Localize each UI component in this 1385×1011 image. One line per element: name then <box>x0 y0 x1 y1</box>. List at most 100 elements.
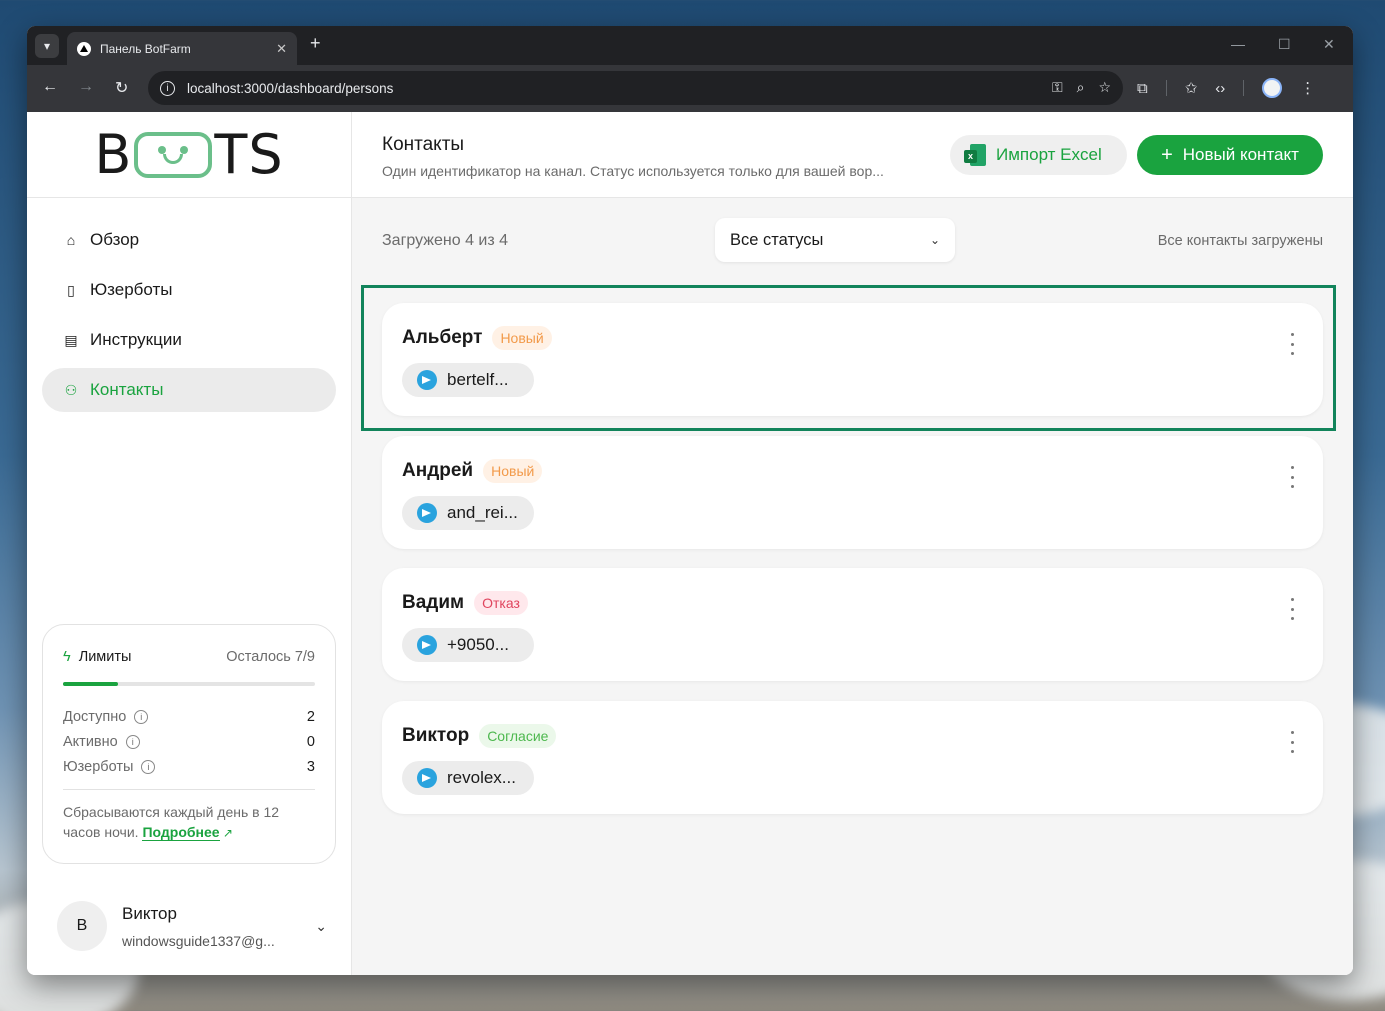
sidebar-item-label: Контакты <box>90 380 164 399</box>
new-contact-label: Новый контакт <box>1182 145 1299 164</box>
sidebar-item-overview[interactable]: ⌂ Обзор <box>42 218 336 262</box>
user-menu[interactable]: В Виктор windowsguide1337@g... ⌄ <box>57 899 327 953</box>
logo-letter-right: TS <box>214 123 284 186</box>
contact-card[interactable]: Альберт Новый bertelf... <box>382 303 1323 416</box>
sidebar-item-label: Инструкции <box>90 330 182 349</box>
close-window-button[interactable]: ✕ <box>1323 36 1335 53</box>
limits-row-value: 3 <box>306 758 315 775</box>
sidebar-item-label: Обзор <box>90 230 140 249</box>
page-header: Контакты Один идентификатор на канал. Ст… <box>352 112 1353 198</box>
limits-progress-fill <box>63 682 119 686</box>
info-icon[interactable]: i <box>134 709 149 724</box>
logo-letter-left: B <box>94 123 133 186</box>
phone-icon: ▯ <box>67 281 75 298</box>
sidebar-item-instructions[interactable]: ▤ Инструкции <box>42 318 336 362</box>
user-name: Виктор <box>122 903 177 923</box>
toolbar-divider <box>1165 80 1167 96</box>
status-filter-select[interactable]: Все статусы ⌄ <box>715 218 955 262</box>
tab-close-icon[interactable]: ✕ <box>276 41 287 57</box>
all-loaded-text: Все контакты загружены <box>1157 233 1323 249</box>
favorites-icon[interactable]: ✩ <box>1185 79 1198 97</box>
site-info-icon[interactable]: i <box>160 80 175 96</box>
contact-handle: revolex... <box>447 768 516 787</box>
limits-row-label: Доступно <box>63 708 127 725</box>
new-tab-button[interactable]: + <box>310 33 321 54</box>
page-subtitle: Один идентификатор на канал. Статус испо… <box>382 163 884 179</box>
bot-eye <box>158 145 167 154</box>
browser-tab[interactable]: Панель BotFarm ✕ <box>67 32 297 65</box>
address-bar[interactable]: i localhost:3000/dashboard/persons ⚿ ⌕ ☆ <box>148 71 1123 105</box>
telegram-icon <box>417 768 437 788</box>
maximize-button[interactable]: ☐ <box>1278 36 1291 53</box>
more-options-icon[interactable] <box>1289 333 1295 355</box>
plus-icon: + <box>1161 143 1173 166</box>
info-icon[interactable]: i <box>141 759 156 774</box>
document-icon: ▤ <box>64 331 78 348</box>
minimize-button[interactable]: — <box>1231 36 1245 52</box>
contact-card[interactable]: Вадим Отказ +9050... <box>382 568 1323 681</box>
contact-card[interactable]: Андрей Новый and_rei... <box>382 436 1323 549</box>
more-options-icon[interactable] <box>1289 598 1295 620</box>
bots-logo[interactable]: B TS <box>94 123 283 186</box>
more-options-icon[interactable] <box>1289 466 1295 488</box>
sidebar-item-label: Юзерботы <box>90 280 173 299</box>
bot-mouth <box>163 153 184 164</box>
telegram-chip[interactable]: bertelf... <box>402 363 534 397</box>
sidebar-item-userbots[interactable]: ▯ Юзерботы <box>42 268 336 312</box>
excel-icon: x <box>964 144 986 166</box>
telegram-chip[interactable]: +9050... <box>402 628 534 662</box>
forward-button[interactable]: → <box>78 78 94 96</box>
telegram-icon <box>417 370 437 390</box>
url-text: localhost:3000/dashboard/persons <box>187 80 394 96</box>
zoom-icon[interactable]: ⌕ <box>1077 79 1085 96</box>
limits-row-label: Активно <box>63 733 118 750</box>
limits-row-label: Юзерботы <box>63 758 134 775</box>
sidebar: B TS ⌂ Обзор ▯ Юзерботы ▤ Инструкции ⚇ К… <box>27 112 352 975</box>
tab-search-button[interactable]: ▾ <box>35 34 59 58</box>
tab-title: Панель BotFarm <box>100 41 191 56</box>
limits-remaining: Осталось 7/9 <box>226 649 315 665</box>
contact-handle: and_rei... <box>447 503 518 522</box>
chevron-down-icon[interactable]: ⌄ <box>315 918 327 935</box>
avatar: В <box>57 901 107 951</box>
sidebar-nav: ⌂ Обзор ▯ Юзерботы ▤ Инструкции ⚇ Контак… <box>27 198 351 412</box>
user-email: windowsguide1337@g... <box>122 932 275 949</box>
main-content: Контакты Один идентификатор на канал. Ст… <box>352 112 1353 975</box>
toolbar-divider <box>1243 80 1245 96</box>
extensions-icon[interactable]: ⧉ <box>1137 80 1148 97</box>
favicon-icon <box>77 41 91 56</box>
limits-row-active: Активно i 0 <box>63 729 315 754</box>
new-contact-button[interactable]: + Новый контакт <box>1137 135 1323 175</box>
learn-more-link[interactable]: Подробнее <box>142 824 220 841</box>
limits-row-value: 2 <box>306 708 315 725</box>
status-filter-value: Все статусы <box>730 230 824 249</box>
more-options-icon[interactable] <box>1289 731 1295 753</box>
limits-note: Сбрасываются каждый день в 12 часов ночи… <box>63 802 315 843</box>
status-badge: Отказ <box>474 591 528 615</box>
profile-avatar[interactable] <box>1262 78 1283 98</box>
contact-handle: +9050... <box>447 635 509 654</box>
bot-face-icon <box>134 131 213 178</box>
sidebar-item-contacts[interactable]: ⚇ Контакты <box>42 368 336 412</box>
import-excel-button[interactable]: x Импорт Excel <box>950 135 1127 175</box>
limits-divider <box>63 789 315 790</box>
bookmark-star-icon[interactable]: ☆ <box>1098 79 1111 96</box>
telegram-chip[interactable]: and_rei... <box>402 496 534 530</box>
info-icon[interactable]: i <box>125 734 140 749</box>
browser-menu-icon[interactable]: ⋮ <box>1300 79 1315 97</box>
limits-title: Лимиты <box>78 649 132 665</box>
limits-row-value: 0 <box>306 733 315 750</box>
contact-name: Виктор <box>402 725 470 746</box>
telegram-icon <box>417 503 437 523</box>
key-icon[interactable]: ⚿ <box>1052 79 1063 96</box>
page-title: Контакты <box>382 134 465 155</box>
status-badge: Новый <box>492 326 552 350</box>
devtools-icon[interactable]: ‹› <box>1215 80 1225 97</box>
status-badge: Новый <box>483 459 543 483</box>
reload-button[interactable]: ↻ <box>115 78 128 98</box>
contact-handle: bertelf... <box>447 370 509 389</box>
contact-card[interactable]: Виктор Согласие revolex... <box>382 701 1323 814</box>
telegram-chip[interactable]: revolex... <box>402 761 534 795</box>
import-excel-label: Импорт Excel <box>996 145 1102 164</box>
back-button[interactable]: ← <box>42 78 58 96</box>
